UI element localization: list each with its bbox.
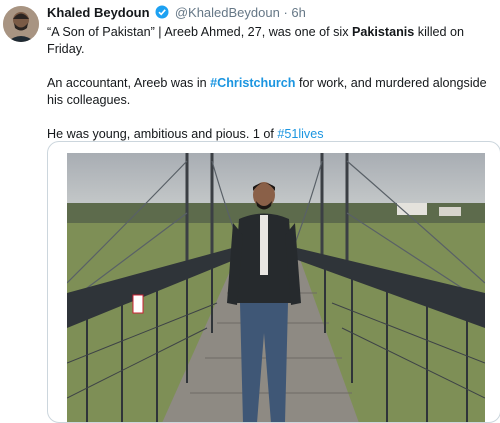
verified-badge-icon xyxy=(155,5,169,22)
tweet-body: “A Son of Pakistan” | Areeb Ahmed, 27, w… xyxy=(47,24,497,160)
hashtag-51lives[interactable]: #51lives xyxy=(277,127,323,141)
text-segment: “A Son of Pakistan” | Areeb Ahmed, 27, w… xyxy=(47,25,352,39)
author-name[interactable]: Khaled Beydoun xyxy=(47,5,150,20)
author-handle[interactable]: @KhaledBeydoun xyxy=(175,5,280,20)
text-segment: An accountant, Areeb was in xyxy=(47,76,211,90)
media-card[interactable] xyxy=(47,141,500,423)
tweet-header: Khaled Beydoun @KhaledBeydoun · 6h xyxy=(47,5,306,22)
tweet-photo[interactable] xyxy=(67,153,485,423)
tweet-timestamp[interactable]: 6h xyxy=(291,5,305,20)
tweet-paragraph-1: “A Son of Pakistan” | Areeb Ahmed, 27, w… xyxy=(47,24,497,58)
bold-keyword: Pakistanis xyxy=(352,25,415,39)
tweet-paragraph-2: An accountant, Areeb was in #Christchurc… xyxy=(47,75,497,109)
hashtag-christchurch[interactable]: #Christchurch xyxy=(210,76,295,90)
author-avatar[interactable] xyxy=(3,6,39,42)
separator: · xyxy=(283,5,288,20)
text-segment: He was young, ambitious and pious. 1 of xyxy=(47,127,278,141)
